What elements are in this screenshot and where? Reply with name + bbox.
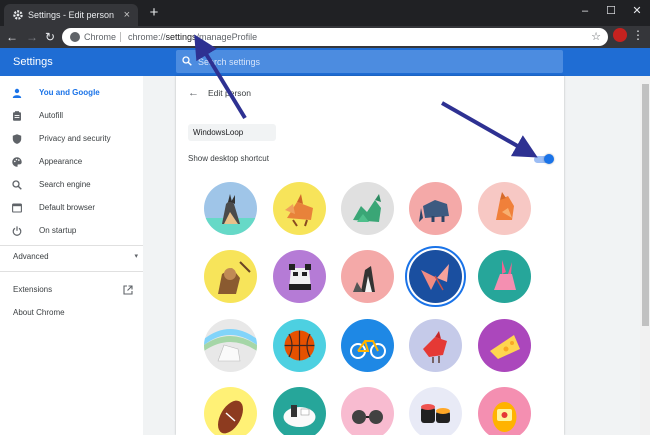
bookmark-star-icon[interactable]: ☆: [591, 28, 601, 46]
gear-icon: [13, 10, 23, 20]
address-bar[interactable]: Chrome chrome://settings/manageProfile ☆: [62, 28, 608, 46]
person-name-input[interactable]: [188, 124, 276, 141]
forward-button[interactable]: →: [24, 28, 40, 46]
sidebar-item-privacy[interactable]: Privacy and security: [0, 128, 143, 150]
search-icon: [12, 180, 22, 190]
open-in-new-icon: [123, 285, 133, 295]
power-icon: [12, 226, 22, 236]
url-text[interactable]: chrome://settings/manageProfile: [128, 28, 257, 46]
avatar-cheese[interactable]: [478, 319, 531, 372]
avatar-penguin[interactable]: [341, 250, 394, 303]
minimize-button[interactable]: –: [574, 2, 596, 20]
sidebar-item-label: Privacy and security: [39, 134, 111, 143]
page-title: Edit person: [208, 88, 251, 98]
browser-icon: [12, 203, 22, 213]
site-info-icon[interactable]: [70, 32, 80, 42]
avatar-sushi[interactable]: [409, 387, 462, 435]
title-bar: Settings - Edit person × + – ☐ ✕: [0, 0, 650, 26]
sidebar-item-appearance[interactable]: Appearance: [0, 151, 143, 173]
avatar-fox-origami[interactable]: [478, 182, 531, 235]
avatar-cat[interactable]: [204, 182, 257, 235]
back-button[interactable]: ←: [4, 28, 20, 46]
sidebar-item-label: Autofill: [39, 111, 64, 120]
sidebar-item-about-chrome[interactable]: About Chrome: [13, 306, 65, 320]
sidebar-item-label: You and Google: [39, 88, 100, 97]
sidebar-item-extensions[interactable]: Extensions: [13, 283, 134, 297]
sidebar-advanced-toggle[interactable]: Advanced ▾: [13, 250, 138, 264]
desktop-shortcut-toggle[interactable]: [534, 154, 554, 164]
sidebar-item-default-browser[interactable]: Default browser: [0, 197, 143, 219]
search-input[interactable]: [198, 50, 548, 73]
avatar-egg-toy[interactable]: [478, 387, 531, 435]
new-tab-button[interactable]: +: [146, 4, 162, 22]
clipboard-icon: [13, 111, 21, 121]
url-separator: [120, 32, 121, 42]
sidebar-item-label: Search engine: [39, 180, 91, 189]
shield-icon: [12, 134, 22, 144]
page-title: Settings: [13, 56, 53, 68]
sidebar-item-label: Appearance: [39, 157, 83, 166]
reload-button[interactable]: ↻: [42, 28, 58, 46]
close-window-button[interactable]: ✕: [626, 2, 648, 20]
tab-title: Settings - Edit person: [28, 10, 115, 20]
settings-window: Settings - Edit person × + – ☐ ✕ ← → ↻ C…: [0, 0, 650, 435]
sidebar-item-you-and-google[interactable]: You and Google: [0, 82, 143, 104]
avatar-monkey[interactable]: [204, 250, 257, 303]
sidebar-divider: [0, 271, 143, 272]
avatar-unicorn[interactable]: [204, 319, 257, 372]
sidebar-item-label: On startup: [39, 226, 77, 235]
browser-menu-button[interactable]: ⋮: [632, 27, 644, 45]
browser-tab[interactable]: Settings - Edit person ×: [4, 4, 138, 26]
desktop-shortcut-label: Show desktop shortcut: [188, 154, 269, 163]
avatar-football[interactable]: [204, 387, 257, 435]
search-icon: [182, 56, 192, 66]
sidebar-item-on-startup[interactable]: On startup: [0, 220, 143, 242]
avatar-panda[interactable]: [273, 250, 326, 303]
avatar-elephant[interactable]: [409, 182, 462, 235]
sidebar-item-label: Default browser: [39, 203, 96, 212]
search-box[interactable]: [176, 50, 563, 73]
scrollbar-thumb[interactable]: [642, 84, 649, 326]
chevron-down-icon: ▾: [134, 253, 138, 260]
person-icon: [12, 88, 22, 98]
avatar-dragon[interactable]: [341, 182, 394, 235]
profile-avatar-button[interactable]: [613, 28, 627, 42]
avatar-bird[interactable]: [409, 319, 462, 372]
sidebar: You and Google Autofill Privacy and secu…: [0, 76, 143, 435]
sidebar-divider: [0, 245, 143, 246]
avatar-fox[interactable]: [273, 182, 326, 235]
avatar-basketball[interactable]: [273, 319, 326, 372]
toggle-knob: [544, 154, 554, 164]
back-arrow-button[interactable]: ←: [188, 87, 199, 99]
selected-avatar-ring: [405, 246, 466, 307]
avatar-sunglasses[interactable]: [341, 387, 394, 435]
url-scheme-label: Chrome: [84, 32, 117, 42]
settings-header: Settings: [0, 48, 650, 76]
browser-toolbar: ← → ↻ Chrome chrome://settings/managePro…: [0, 26, 650, 48]
avatar-rabbit[interactable]: [478, 250, 531, 303]
sidebar-item-search-engine[interactable]: Search engine: [0, 174, 143, 196]
maximize-button[interactable]: ☐: [600, 2, 622, 20]
palette-icon: [12, 157, 22, 167]
tab-close-button[interactable]: ×: [124, 4, 130, 26]
avatar-bicycle[interactable]: [341, 319, 394, 372]
avatar-sushi-plate[interactable]: [273, 387, 326, 435]
sidebar-item-autofill[interactable]: Autofill: [0, 105, 143, 127]
